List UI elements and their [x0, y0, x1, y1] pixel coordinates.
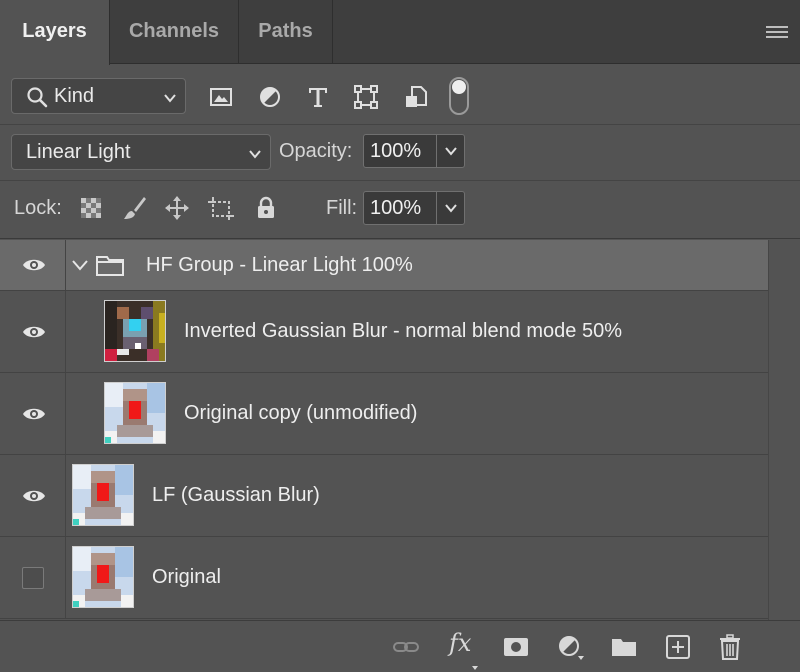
opacity-value: 100%: [370, 140, 422, 162]
chevron-down-icon[interactable]: [71, 256, 89, 274]
shape-filter-icon[interactable]: [354, 85, 378, 109]
visibility-column: [0, 455, 66, 536]
adjustment-layer-icon[interactable]: [556, 634, 584, 660]
blend-mode-dropdown[interactable]: Linear Light: [11, 134, 271, 170]
lock-position-icon[interactable]: [164, 195, 190, 221]
visibility-column: [0, 240, 66, 290]
chevron-down-icon: [163, 88, 177, 103]
blend-row: Linear Light Opacity: 100%: [0, 125, 800, 181]
chevron-down-icon[interactable]: [444, 201, 458, 215]
eye-icon[interactable]: [22, 324, 46, 340]
filter-toggle-switch[interactable]: [449, 77, 469, 115]
search-icon: [26, 86, 48, 108]
layer-thumbnail: [104, 300, 166, 362]
dropdown-triangle-icon: [472, 657, 478, 670]
layer-row[interactable]: Inverted Gaussian Blur - normal blend mo…: [0, 291, 768, 373]
image-filter-icon[interactable]: [209, 85, 233, 109]
add-mask-icon[interactable]: [502, 634, 530, 660]
smart-object-filter-icon[interactable]: [404, 85, 428, 109]
layer-thumbnail: [104, 382, 166, 444]
tab-layers[interactable]: Layers: [0, 0, 110, 65]
visibility-column: [0, 373, 66, 454]
layer-name[interactable]: LF (Gaussian Blur): [152, 484, 320, 507]
filter-row: Kind: [0, 65, 800, 125]
fill-label: Fill:: [326, 197, 358, 219]
layer-row[interactable]: LF (Gaussian Blur): [0, 455, 768, 537]
layer-row[interactable]: Original copy (unmodified): [0, 373, 768, 455]
eye-icon[interactable]: [22, 406, 46, 422]
layer-row-group[interactable]: HF Group - Linear Light 100%: [0, 240, 768, 291]
eye-icon[interactable]: [22, 488, 46, 504]
layers-list: HF Group - Linear Light 100% Inverted Ga…: [0, 240, 800, 620]
fill-field[interactable]: 100%: [363, 191, 465, 225]
lock-all-icon[interactable]: [253, 195, 279, 221]
opacity-label: Opacity:: [279, 140, 353, 162]
scrollbar-track[interactable]: [768, 240, 800, 620]
lock-row: Lock: Fill: 100%: [0, 181, 800, 239]
bottom-toolbar: fx: [0, 620, 800, 672]
adjustment-filter-icon[interactable]: [258, 85, 282, 109]
chevron-down-icon: [248, 144, 262, 159]
trash-icon[interactable]: [716, 634, 744, 660]
layer-name[interactable]: HF Group - Linear Light 100%: [146, 254, 413, 277]
lock-image-pixels-icon[interactable]: [122, 195, 148, 221]
opacity-field[interactable]: 100%: [363, 134, 465, 168]
layer-row[interactable]: Original: [0, 537, 768, 619]
panel-menu-icon[interactable]: [766, 26, 788, 38]
filter-kind-label: Kind: [54, 85, 95, 107]
type-filter-icon[interactable]: [306, 85, 330, 109]
visibility-column: [0, 537, 66, 618]
fill-value: 100%: [370, 197, 422, 219]
visibility-toggle-off[interactable]: [22, 567, 44, 589]
eye-icon[interactable]: [22, 257, 46, 273]
toggle-knob: [452, 80, 466, 94]
tab-bar: Layers Channels Paths: [0, 0, 800, 65]
filter-kind-dropdown[interactable]: Kind: [11, 78, 186, 114]
tab-paths[interactable]: Paths: [239, 0, 333, 64]
lock-transparent-pixels-icon[interactable]: [78, 195, 104, 221]
layers-panel: Layers Channels Paths Kind Linear Light …: [0, 0, 800, 672]
layer-style-fx-button[interactable]: fx: [449, 629, 471, 657]
chevron-down-icon[interactable]: [444, 144, 458, 158]
layer-name[interactable]: Original copy (unmodified): [184, 402, 417, 425]
blend-mode-value: Linear Light: [26, 141, 131, 163]
layer-name[interactable]: Original: [152, 566, 221, 589]
layer-thumbnail: [72, 546, 134, 608]
folder-icon: [96, 253, 124, 277]
lock-artboard-icon[interactable]: [208, 195, 234, 221]
visibility-column: [0, 291, 66, 372]
new-layer-icon[interactable]: [664, 634, 692, 660]
tab-channels[interactable]: Channels: [110, 0, 239, 64]
layer-thumbnail: [72, 464, 134, 526]
link-layers-icon[interactable]: [392, 634, 420, 660]
lock-label: Lock:: [14, 197, 62, 219]
layer-name[interactable]: Inverted Gaussian Blur - normal blend mo…: [184, 320, 622, 343]
new-group-folder-icon[interactable]: [610, 634, 638, 660]
